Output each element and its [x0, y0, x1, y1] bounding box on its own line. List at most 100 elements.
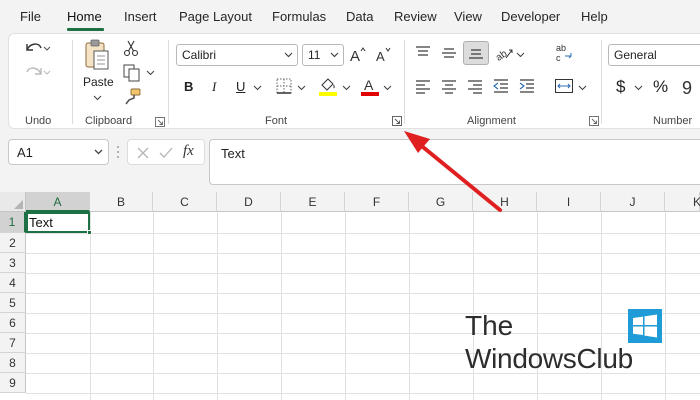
font-name-select[interactable]: Calibri: [176, 44, 298, 66]
column-header-e[interactable]: E: [281, 192, 345, 212]
align-left-button[interactable]: [414, 77, 432, 95]
cancel-icon[interactable]: [136, 146, 150, 160]
paste-icon: [85, 39, 109, 70]
comma-style-icon: 9: [682, 78, 692, 97]
row-header-3[interactable]: 3: [0, 253, 26, 273]
font-size-select[interactable]: 11: [302, 44, 344, 66]
tab-data[interactable]: Data: [346, 9, 373, 24]
merge-center-button[interactable]: [554, 77, 574, 95]
top-align-button[interactable]: [414, 44, 432, 62]
underline-dropdown-icon[interactable]: [253, 85, 262, 91]
alignment-launcher-icon[interactable]: [589, 116, 599, 126]
increase-indent-icon: [519, 79, 534, 93]
borders-dropdown-icon[interactable]: [297, 85, 306, 91]
row-header-9[interactable]: 9: [0, 373, 26, 393]
grid-line: [409, 212, 410, 400]
tab-view[interactable]: View: [454, 9, 482, 24]
merge-dropdown-icon[interactable]: [578, 85, 587, 91]
copy-button[interactable]: [122, 63, 142, 83]
row-header-7[interactable]: 7: [0, 333, 26, 353]
bottom-align-icon: [469, 49, 483, 59]
decrease-font-size-button[interactable]: A: [375, 45, 393, 65]
orientation-dropdown-icon[interactable]: [516, 52, 525, 58]
borders-button[interactable]: [275, 77, 293, 95]
fill-color-dropdown-icon[interactable]: [342, 85, 351, 91]
format-painter-button[interactable]: [122, 88, 142, 106]
name-box[interactable]: A1: [8, 139, 109, 165]
increase-font-size-button[interactable]: A: [349, 45, 367, 65]
fill-handle[interactable]: [87, 230, 92, 235]
align-center-button[interactable]: [440, 77, 458, 95]
select-all-button[interactable]: [0, 192, 26, 212]
copy-icon: [123, 64, 140, 82]
tab-page-layout[interactable]: Page Layout: [179, 9, 252, 24]
row-header-2[interactable]: 2: [0, 233, 26, 253]
paintbrush-icon: [125, 88, 141, 105]
paste-button[interactable]: [82, 38, 112, 72]
column-header-j[interactable]: J: [601, 192, 665, 212]
tab-developer[interactable]: Developer: [501, 9, 560, 24]
group-divider: [404, 40, 405, 124]
enter-check-icon[interactable]: [158, 146, 174, 160]
tab-insert[interactable]: Insert: [124, 9, 157, 24]
drag-handle-icon[interactable]: [116, 144, 120, 160]
row-header-4[interactable]: 4: [0, 273, 26, 293]
tab-formulas[interactable]: Formulas: [272, 9, 326, 24]
active-tab-indicator: [67, 28, 104, 31]
font-color-dropdown-icon[interactable]: [383, 85, 392, 91]
svg-text:A: A: [376, 49, 385, 64]
row-header-1[interactable]: 1: [0, 212, 26, 233]
svg-text:ab: ab: [556, 43, 566, 53]
orientation-button[interactable]: ab: [494, 44, 514, 62]
percent-button[interactable]: %: [653, 77, 668, 97]
column-header-i[interactable]: I: [537, 192, 601, 212]
currency-dropdown-icon[interactable]: [634, 85, 643, 91]
tab-home[interactable]: Home: [67, 9, 102, 24]
italic-button[interactable]: I: [212, 79, 216, 95]
formula-input[interactable]: Text: [209, 139, 700, 185]
copy-dropdown-icon[interactable]: [146, 70, 155, 76]
align-left-icon: [416, 80, 430, 94]
merge-center-icon: [555, 79, 573, 93]
wrap-text-button[interactable]: ab c: [554, 42, 576, 64]
comma-style-button[interactable]: 9: [680, 77, 700, 97]
fill-color-button[interactable]: [318, 76, 338, 96]
column-header-b[interactable]: B: [90, 192, 153, 212]
column-header-a[interactable]: A: [26, 192, 90, 212]
paste-label[interactable]: Paste: [83, 75, 114, 89]
align-center-icon: [442, 80, 456, 94]
number-format-select[interactable]: General: [608, 44, 700, 66]
row-header-6[interactable]: 6: [0, 313, 26, 333]
tab-file[interactable]: File: [20, 9, 41, 24]
underline-button[interactable]: U: [236, 79, 245, 94]
align-right-button[interactable]: [466, 77, 484, 95]
insert-function-button[interactable]: fx: [183, 143, 194, 160]
tab-review[interactable]: Review: [394, 9, 437, 24]
increase-indent-button[interactable]: [518, 77, 536, 95]
column-header-k[interactable]: K: [665, 192, 700, 212]
column-header-g[interactable]: G: [409, 192, 473, 212]
column-header-h[interactable]: H: [473, 192, 537, 212]
font-dialog-launcher-icon[interactable]: [392, 116, 402, 126]
group-divider: [601, 40, 602, 124]
column-header-c[interactable]: C: [153, 192, 217, 212]
svg-text:A: A: [364, 77, 374, 93]
redo-button[interactable]: [22, 62, 52, 82]
undo-button[interactable]: [22, 38, 52, 58]
row-header-5[interactable]: 5: [0, 293, 26, 313]
column-header-f[interactable]: F: [345, 192, 409, 212]
clipboard-launcher-icon[interactable]: [155, 117, 165, 127]
row-header-8[interactable]: 8: [0, 353, 26, 373]
cut-button[interactable]: [122, 39, 140, 57]
grid-line: [26, 333, 700, 334]
column-header-d[interactable]: D: [217, 192, 281, 212]
svg-text:ab: ab: [494, 48, 510, 62]
middle-align-button[interactable]: [440, 44, 458, 62]
paste-dropdown-icon[interactable]: [93, 95, 102, 101]
bottom-align-button[interactable]: [463, 41, 489, 65]
bold-button[interactable]: B: [184, 79, 193, 94]
tab-help[interactable]: Help: [581, 9, 608, 24]
font-color-button[interactable]: A: [360, 76, 380, 96]
decrease-indent-button[interactable]: [492, 77, 510, 95]
currency-button[interactable]: $: [616, 77, 625, 97]
